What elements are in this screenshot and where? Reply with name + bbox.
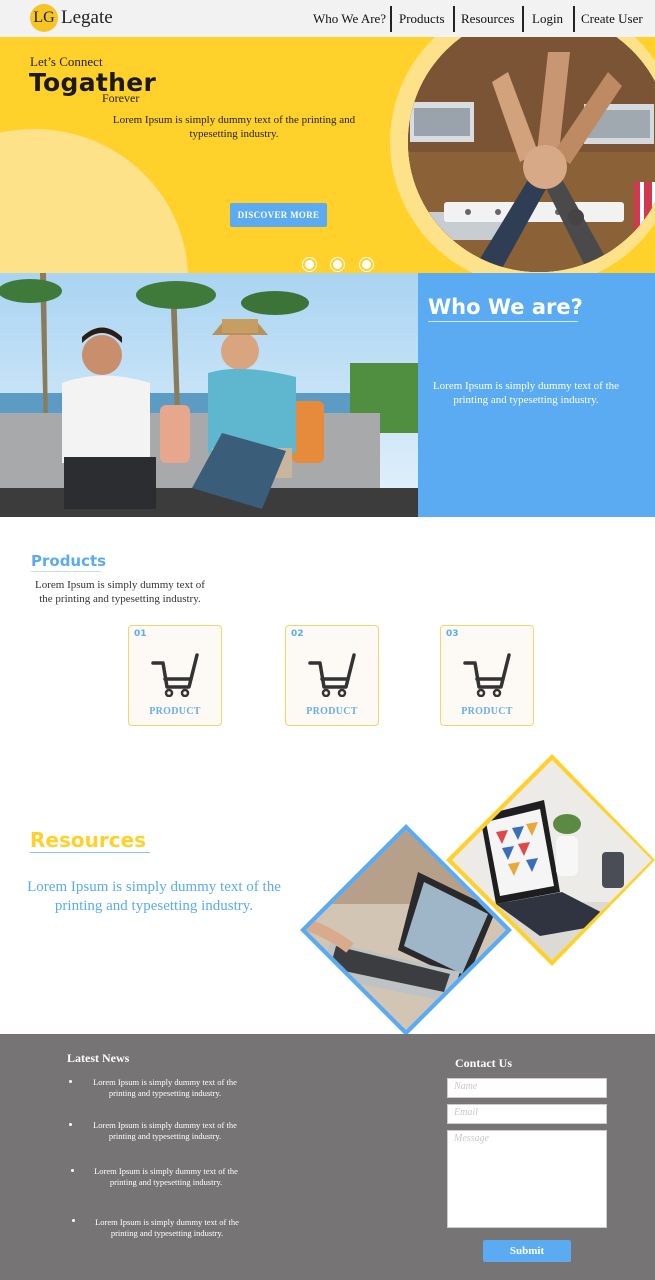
- footer: Latest News Lorem Ipsum is simply dummy …: [0, 1034, 655, 1280]
- nav-divider: [453, 6, 455, 32]
- cart-icon: [463, 653, 511, 697]
- product-card-label: PRODUCT: [461, 706, 513, 717]
- nav-divider: [573, 6, 575, 32]
- nav-products[interactable]: Products: [399, 6, 445, 32]
- product-card-number: 01: [134, 629, 147, 639]
- resources-title: Resources: [30, 828, 147, 852]
- carousel-dot-1[interactable]: [303, 258, 316, 271]
- bullet-dot: [69, 1080, 72, 1083]
- who-we-are-description: Lorem Ipsum is simply dummy text of the …: [432, 380, 620, 406]
- who-we-are-image: [0, 273, 418, 517]
- hero-banner: Let’s Connect Togather Forever Lorem Ips…: [0, 37, 655, 273]
- who-we-are-underline: [428, 321, 578, 322]
- product-card-label: PRODUCT: [306, 706, 358, 717]
- who-we-are-panel: Who We are? Lorem Ipsum is simply dummy …: [418, 273, 655, 517]
- latest-news-title: Latest News: [67, 1051, 130, 1065]
- product-card-1[interactable]: 01 PRODUCT: [128, 625, 222, 726]
- resources-underline: [30, 852, 150, 853]
- nav-divider: [390, 6, 392, 32]
- logo-name[interactable]: Legate: [61, 7, 113, 29]
- news-item-1[interactable]: Lorem Ipsum is simply dummy text of the …: [80, 1077, 250, 1099]
- email-field[interactable]: Email: [447, 1104, 607, 1124]
- who-we-are-title: Who We are?: [428, 295, 583, 319]
- nav-divider: [522, 6, 524, 32]
- products-title: Products: [31, 552, 107, 570]
- bullet-dot: [72, 1219, 75, 1222]
- cart-icon: [151, 653, 199, 697]
- discover-more-button[interactable]: DISCOVER MORE: [230, 203, 327, 227]
- hero-decor-circle: [0, 129, 188, 273]
- top-nav: LG Legate Who We Are? Products Resources…: [0, 0, 655, 37]
- cart-icon: [308, 653, 356, 697]
- name-field[interactable]: Name: [447, 1078, 607, 1098]
- news-item-3[interactable]: Lorem Ipsum is simply dummy text of the …: [81, 1166, 251, 1188]
- contact-us-title: Contact Us: [455, 1056, 512, 1070]
- hero-line-forever: Forever: [102, 91, 140, 105]
- products-underline: [31, 571, 101, 572]
- nav-create-user[interactable]: Create User: [581, 6, 643, 32]
- products-description: Lorem Ipsum is simply dummy text of the …: [35, 579, 205, 605]
- product-card-number: 02: [291, 629, 304, 639]
- submit-button[interactable]: Submit: [483, 1240, 571, 1262]
- carousel-dot-2[interactable]: [331, 258, 344, 271]
- message-field[interactable]: Message: [447, 1130, 607, 1228]
- nav-who-we-are[interactable]: Who We Are?: [313, 6, 386, 32]
- product-card-2[interactable]: 02 PRODUCT: [285, 625, 379, 726]
- product-card-3[interactable]: 03 PRODUCT: [440, 625, 534, 726]
- nav-login[interactable]: Login: [532, 6, 563, 32]
- news-item-4[interactable]: Lorem Ipsum is simply dummy text of the …: [82, 1217, 252, 1239]
- carousel-dot-3[interactable]: [360, 258, 373, 271]
- product-card-label: PRODUCT: [149, 706, 201, 717]
- resources-description: Lorem Ipsum is simply dummy text of the …: [27, 879, 281, 914]
- nav-resources[interactable]: Resources: [461, 6, 514, 32]
- product-card-number: 03: [446, 629, 459, 639]
- logo-badge[interactable]: LG: [30, 4, 58, 32]
- news-item-2[interactable]: Lorem Ipsum is simply dummy text of the …: [80, 1120, 250, 1142]
- bullet-dot: [71, 1169, 74, 1172]
- hero-description: Lorem Ipsum is simply dummy text of the …: [112, 114, 356, 140]
- bullet-dot: [69, 1123, 72, 1126]
- resources-images: [300, 754, 655, 1034]
